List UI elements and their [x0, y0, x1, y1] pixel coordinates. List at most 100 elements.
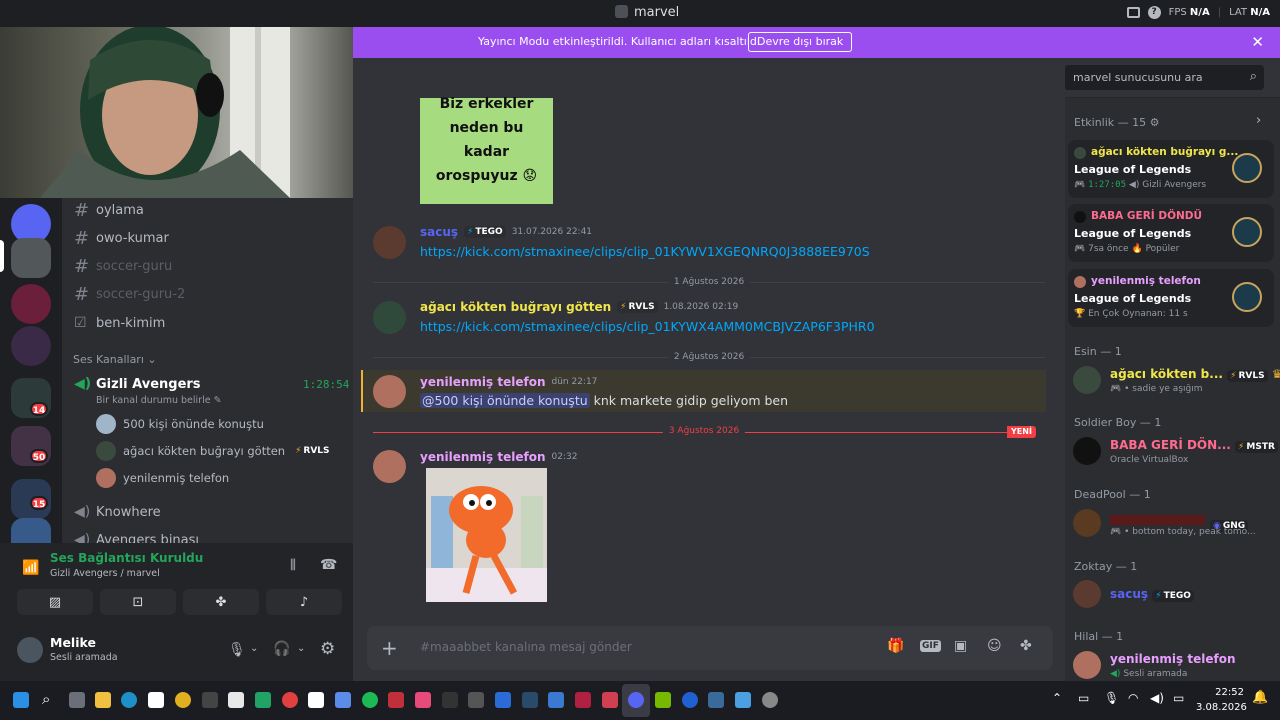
add-attachment-icon[interactable]: + — [381, 636, 398, 660]
activity-card[interactable]: yenilenmiş telefon League of Legends 🏆 E… — [1068, 269, 1274, 327]
steam-icon[interactable] — [708, 692, 724, 708]
store-icon[interactable] — [148, 692, 164, 708]
text-channel[interactable]: # soccer-guru-2 — [74, 282, 185, 306]
discord-icon[interactable] — [628, 692, 644, 708]
activities-button[interactable]: ✤ — [183, 589, 259, 615]
avatar[interactable] — [373, 450, 406, 483]
disable-streamer-mode-button[interactable]: Devre dışı bırak — [748, 32, 853, 52]
server-folder-1[interactable] — [11, 326, 51, 366]
headphones-icon[interactable]: 🎧 — [273, 641, 290, 657]
app-icon[interactable] — [388, 692, 404, 708]
steam-icon[interactable] — [522, 692, 538, 708]
noise-suppression-icon[interactable]: ⫼ — [290, 558, 296, 573]
inbox-icon[interactable] — [1126, 7, 1140, 18]
display-icon[interactable]: ▭ — [1078, 691, 1089, 705]
member-item[interactable]: BABA GERİ DÖN... ⚡ MSTR Oracle VirtualBox — [1073, 435, 1278, 471]
server-icon-marvel[interactable] — [11, 238, 51, 278]
voice-channel-active[interactable]: ◀) Gizli Avengers — [74, 372, 201, 396]
app-icon[interactable] — [308, 692, 324, 708]
app-icon[interactable] — [575, 692, 591, 708]
chevron-up-icon[interactable]: ⌃ — [1052, 691, 1062, 705]
message-link[interactable]: https://kick.com/stmaxinee/clips/clip_01… — [420, 244, 870, 259]
file-explorer-icon[interactable] — [95, 692, 111, 708]
member-item[interactable]: ağacı kökten b... ⚡ RVLS ♛ 🎮 • sadie ye a… — [1073, 364, 1280, 400]
microphone-icon[interactable]: 🎙 — [1104, 691, 1119, 705]
author-name[interactable]: yenilenmiş telefon — [420, 450, 545, 464]
search-input[interactable]: marvel sunucusunu ara ⌕ — [1064, 65, 1264, 90]
notion-icon[interactable] — [228, 692, 244, 708]
screen-share-button[interactable]: ⊡ — [100, 589, 176, 615]
voice-channel[interactable]: ◀) Avengers binası — [74, 528, 199, 543]
avatar[interactable] — [373, 226, 406, 259]
clock-date[interactable]: 3.08.2026 — [1196, 702, 1247, 713]
gear-icon[interactable]: ⚙ — [1150, 116, 1160, 129]
search-icon[interactable]: ⌕ — [42, 690, 50, 708]
app-icon[interactable] — [548, 692, 564, 708]
edge-icon[interactable] — [121, 692, 137, 708]
message-link[interactable]: https://kick.com/stmaxinee/clips/clip_01… — [420, 319, 875, 334]
avatar[interactable] — [17, 637, 43, 663]
voice-user[interactable]: yenilenmiş telefon — [96, 467, 229, 489]
app-icon[interactable] — [735, 692, 751, 708]
windows-start-icon[interactable] — [13, 692, 29, 708]
voice-location[interactable]: Gizli Avengers / marvel — [50, 568, 160, 579]
app-icon[interactable] — [468, 692, 484, 708]
user-mention[interactable]: @500 kişi önünde konuştu — [420, 393, 590, 408]
channel-status[interactable]: Bir kanal durumu belirle ✎ — [96, 395, 222, 406]
gif-icon[interactable]: GIF — [920, 640, 941, 652]
chrome-icon[interactable] — [175, 692, 191, 708]
notifications-icon[interactable]: 🔔 — [1252, 690, 1268, 705]
volume-icon[interactable]: ◀) — [1150, 691, 1164, 705]
sticker-icon[interactable]: ▣ — [954, 638, 967, 654]
activity-card[interactable]: BABA GERİ DÖNDÜ League of Legends 🎮 7sa … — [1068, 204, 1274, 262]
voice-user[interactable]: 500 kişi önünde konuştu — [96, 413, 264, 435]
signal-icon[interactable]: 📶 — [22, 560, 39, 576]
server-icon-3[interactable] — [11, 284, 51, 324]
member-item[interactable]: sacuş ⚡ TEGO — [1073, 578, 1273, 614]
author-name[interactable]: yenilenmiş telefon — [420, 375, 545, 389]
voice-user[interactable]: ağacı kökten buğrayı götten ⚡ RVLS — [96, 440, 333, 462]
battery-icon[interactable]: ▭ — [1173, 691, 1184, 705]
help-icon[interactable]: ? — [1147, 6, 1161, 19]
emoji-icon[interactable]: ☺ — [987, 638, 1002, 654]
app-icon[interactable] — [442, 692, 458, 708]
avatar[interactable] — [373, 301, 406, 334]
task-view-icon[interactable] — [69, 692, 85, 708]
activity-card[interactable]: ağacı kökten buğrayı g... League of Lege… — [1068, 140, 1274, 198]
member-item[interactable]: ◉ GNG 🎮 • bottom today, peak tomo... — [1073, 507, 1273, 543]
gif-image[interactable] — [426, 468, 547, 602]
app-icon[interactable] — [602, 692, 618, 708]
username[interactable]: Melike — [50, 635, 96, 650]
message-input[interactable]: #maaabbet kanalına mesaj gönder — [420, 640, 632, 654]
soundboard-button[interactable]: ♪ — [266, 589, 342, 615]
voice-channel[interactable]: ◀) Knowhere — [74, 500, 161, 524]
app-icon[interactable] — [682, 692, 698, 708]
gift-icon[interactable]: 🎁 — [887, 638, 904, 654]
chevron-down-icon[interactable]: ⌄ — [250, 643, 258, 654]
app-icon[interactable] — [335, 692, 351, 708]
excel-icon[interactable] — [255, 692, 271, 708]
clock-time[interactable]: 22:52 — [1200, 687, 1244, 698]
wifi-icon[interactable]: ◠ — [1128, 691, 1138, 705]
text-channel[interactable]: # soccer-guru — [74, 254, 172, 278]
voice-category[interactable]: Ses Kanalları ⌄ — [73, 353, 157, 366]
message-composer[interactable]: + #maaabbet kanalına mesaj gönder 🎁 GIF … — [367, 626, 1053, 670]
chevron-right-icon[interactable]: › — [1256, 113, 1261, 128]
text-channel[interactable]: # oylama — [74, 198, 144, 222]
app-icon[interactable] — [762, 692, 778, 708]
author-name[interactable]: sacuş — [420, 225, 458, 239]
text-channel[interactable]: # owo-kumar — [74, 226, 169, 250]
author-name[interactable]: ağacı kökten buğrayı götten — [420, 300, 611, 314]
microphone-icon[interactable]: 🎙 — [228, 642, 246, 658]
app-icon[interactable] — [202, 692, 218, 708]
apps-icon[interactable]: ✤ — [1020, 638, 1032, 654]
avatar[interactable] — [373, 375, 406, 408]
app-icon[interactable] — [282, 692, 298, 708]
camera-button[interactable]: ▨ — [17, 589, 93, 615]
music-icon[interactable] — [415, 692, 431, 708]
member-item[interactable]: yenilenmiş telefon ◀) Sesli aramada — [1073, 649, 1273, 681]
chevron-down-icon[interactable]: ⌄ — [297, 643, 305, 654]
close-icon[interactable]: ✕ — [1251, 33, 1264, 51]
text-channel[interactable]: ☑ ben-kimim — [74, 311, 165, 335]
app-icon[interactable] — [495, 692, 511, 708]
